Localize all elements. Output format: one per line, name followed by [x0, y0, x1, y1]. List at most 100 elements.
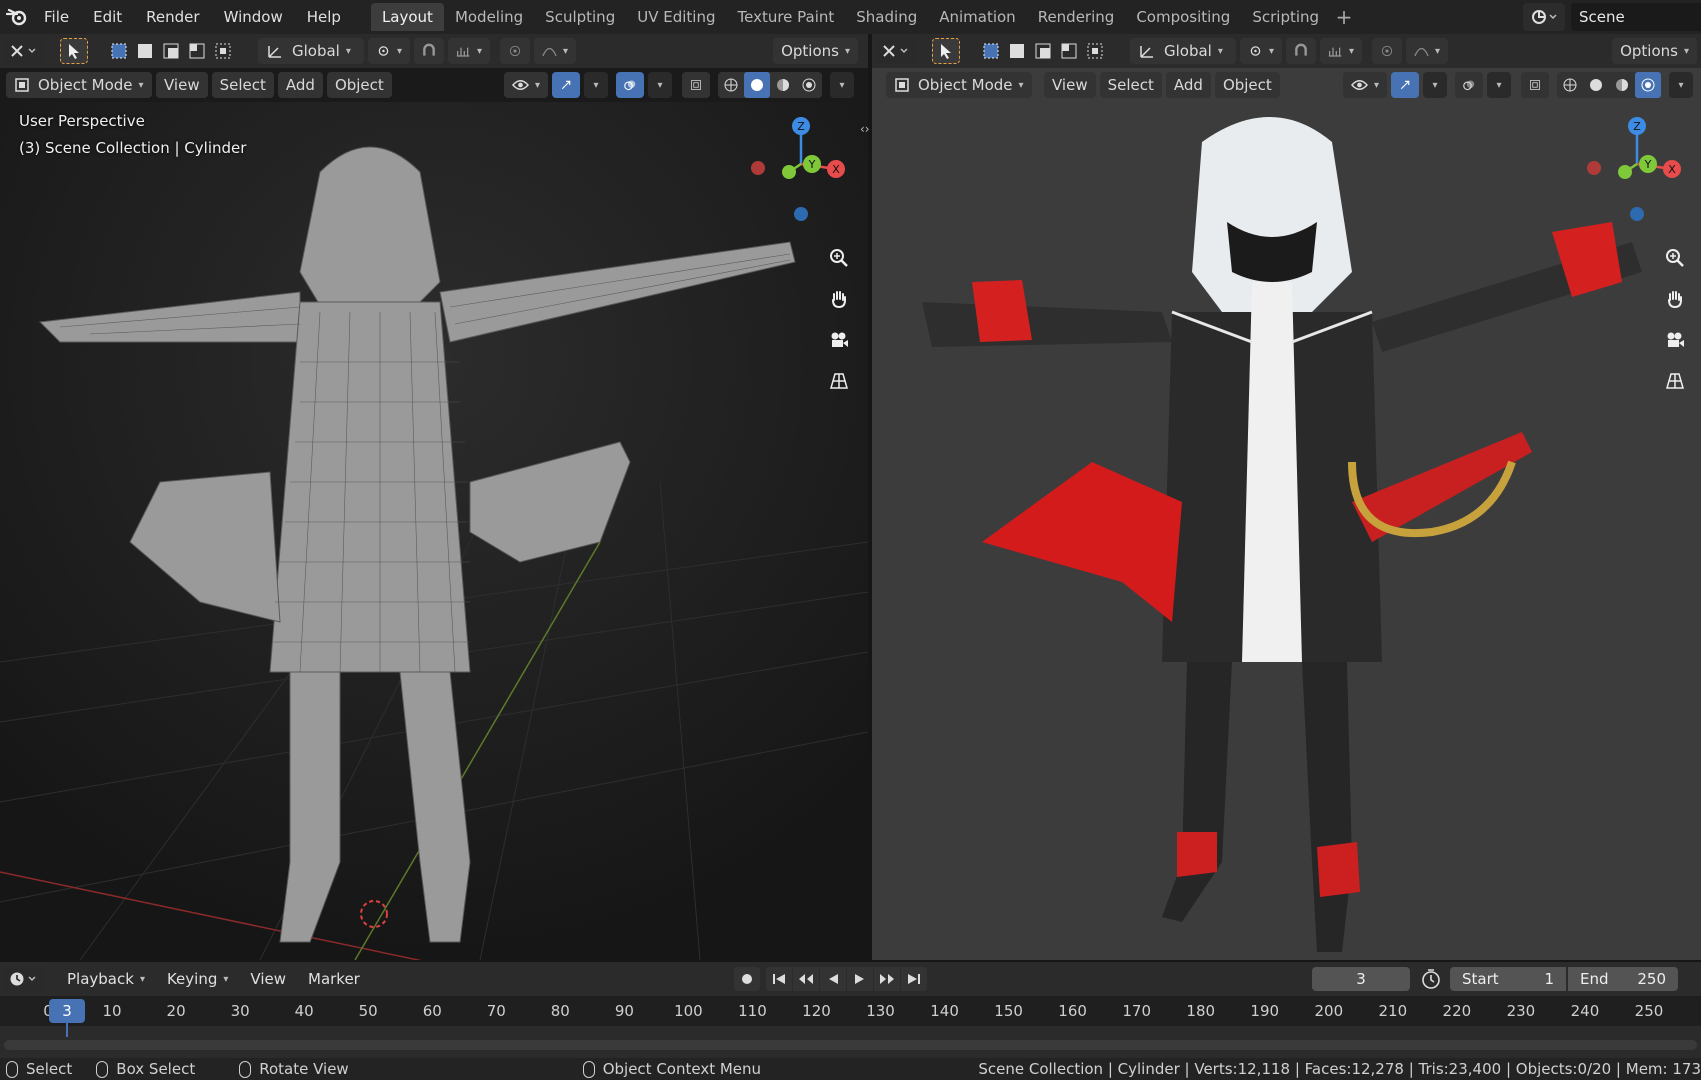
menu-window[interactable]: Window [212, 0, 295, 34]
gizmo-toggle[interactable] [1391, 72, 1419, 98]
solid-shading-icon[interactable] [1583, 72, 1609, 98]
perspective-toggle-icon[interactable] [1660, 366, 1690, 396]
material-preview-icon[interactable] [1609, 72, 1635, 98]
menu-object[interactable]: Object [1214, 72, 1280, 98]
mode-extend-icon[interactable] [132, 38, 158, 64]
tab-modeling[interactable]: Modeling [444, 3, 534, 31]
play-reverse-icon[interactable] [820, 967, 846, 991]
menu-playback[interactable]: Playback ▾ [56, 970, 156, 988]
overlays-dropdown[interactable]: ▾ [1487, 72, 1511, 98]
navigation-gizmo[interactable]: Z X Y [746, 114, 856, 224]
menu-add[interactable]: Add [277, 72, 323, 98]
zoom-icon[interactable] [1660, 243, 1690, 273]
overlays-toggle[interactable] [616, 72, 644, 98]
menu-keying[interactable]: Keying ▾ [156, 970, 239, 988]
mode-dropdown[interactable]: Object Mode ▾ [6, 72, 152, 98]
pan-hand-icon[interactable] [824, 284, 854, 314]
options-dropdown[interactable]: Options ▾ [1612, 38, 1697, 64]
camera-view-icon[interactable] [824, 325, 854, 355]
menu-render[interactable]: Render [134, 0, 211, 34]
timeline-editor[interactable]: Playback ▾ Keying ▾ View Marker 3 Start 1 … [0, 960, 1701, 1058]
material-preview-icon[interactable] [770, 72, 796, 98]
mode-set-icon[interactable] [978, 38, 1004, 64]
camera-view-icon[interactable] [1660, 325, 1690, 355]
visibility-dropdown[interactable]: ▾ [1343, 72, 1387, 98]
navigation-gizmo[interactable]: Z X Y [1582, 114, 1692, 224]
tab-rendering[interactable]: Rendering [1027, 3, 1126, 31]
tab-animation[interactable]: Animation [928, 3, 1026, 31]
proportional-falloff-dropdown[interactable]: ▾ [1406, 38, 1448, 64]
menu-edit[interactable]: Edit [81, 0, 134, 34]
tab-compositing[interactable]: Compositing [1125, 3, 1241, 31]
proportional-edit-toggle[interactable] [1372, 38, 1402, 64]
tab-texture-paint[interactable]: Texture Paint [726, 3, 845, 31]
jump-keyframe-back-icon[interactable] [793, 967, 819, 991]
shading-dropdown[interactable]: ▾ [830, 72, 854, 98]
xray-toggle[interactable] [1521, 72, 1549, 98]
mode-set-icon[interactable] [106, 38, 132, 64]
viewport-material-preview[interactable]: Global ▾ ▾ ▾ ▾ Options ▾ Object Mode ▾ V… [872, 34, 1701, 960]
menu-view[interactable]: View [1044, 72, 1096, 98]
perspective-toggle-icon[interactable] [824, 366, 854, 396]
scene-browse-icon[interactable] [1523, 3, 1565, 31]
editor-type-icon[interactable] [4, 38, 44, 64]
menu-view[interactable]: View [156, 72, 208, 98]
menu-add[interactable]: Add [1165, 72, 1211, 98]
menu-object[interactable]: Object [326, 72, 392, 98]
tab-shading[interactable]: Shading [845, 3, 928, 31]
jump-start-icon[interactable] [766, 967, 792, 991]
current-frame-field[interactable]: 3 [1312, 967, 1410, 991]
editor-type-clock-icon[interactable] [4, 966, 44, 992]
snap-target-dropdown[interactable]: ▾ [448, 38, 490, 64]
tab-sculpting[interactable]: Sculpting [534, 3, 626, 31]
wireframe-shading-icon[interactable] [718, 72, 744, 98]
tab-uv-editing[interactable]: UV Editing [626, 3, 726, 31]
pivot-point-dropdown[interactable]: ▾ [1240, 38, 1282, 64]
jump-keyframe-forward-icon[interactable] [874, 967, 900, 991]
mode-invert-icon[interactable] [1056, 38, 1082, 64]
visibility-dropdown[interactable]: ▾ [504, 72, 548, 98]
mode-subtract-icon[interactable] [158, 38, 184, 64]
menu-marker[interactable]: Marker [297, 970, 371, 988]
overlays-dropdown[interactable]: ▾ [648, 72, 672, 98]
menu-file[interactable]: File [32, 0, 81, 34]
start-frame-field[interactable]: Start 1 [1450, 967, 1566, 991]
timeline-scrollbar[interactable] [4, 1040, 1697, 1050]
xray-toggle[interactable] [682, 72, 710, 98]
gizmo-toggle[interactable] [552, 72, 580, 98]
tab-scripting[interactable]: Scripting [1241, 3, 1330, 31]
menu-select[interactable]: Select [1099, 72, 1162, 98]
pivot-point-dropdown[interactable]: ▾ [368, 38, 410, 64]
rendered-shading-icon[interactable] [796, 72, 822, 98]
transform-orientation-dropdown[interactable]: Global ▾ [1130, 38, 1236, 64]
proportional-falloff-dropdown[interactable]: ▾ [534, 38, 576, 64]
preview-range-clock-icon[interactable] [1420, 969, 1442, 993]
frame-ruler[interactable]: 0 10 20 30 40 50 60 70 80 90 100 110 120 130 140 150 16… [0, 996, 1701, 1037]
proportional-edit-toggle[interactable] [500, 38, 530, 64]
mode-intersect-icon[interactable] [210, 38, 236, 64]
viewport-solid-wireframe[interactable]: Global ▾ ▾ ▾ ▾ Options ▾ Object Mode ▾ V… [0, 34, 868, 960]
menu-help[interactable]: Help [295, 0, 353, 34]
gizmo-dropdown[interactable]: ▾ [1423, 72, 1447, 98]
end-frame-field[interactable]: End 250 [1568, 967, 1678, 991]
snap-target-dropdown[interactable]: ▾ [1320, 38, 1362, 64]
gizmo-dropdown[interactable]: ▾ [584, 72, 608, 98]
scene-name-field[interactable]: Scene [1571, 3, 1701, 31]
record-icon[interactable] [734, 967, 760, 991]
mode-invert-icon[interactable] [184, 38, 210, 64]
playhead-frame-indicator[interactable]: 3 [49, 999, 85, 1023]
pan-hand-icon[interactable] [1660, 284, 1690, 314]
snap-toggle[interactable] [1286, 38, 1316, 64]
mode-dropdown[interactable]: Object Mode ▾ [886, 72, 1032, 98]
shading-dropdown[interactable]: ▾ [1669, 72, 1693, 98]
add-workspace-icon[interactable]: + [1330, 3, 1358, 31]
rendered-shading-icon[interactable] [1635, 72, 1661, 98]
zoom-icon[interactable] [824, 243, 854, 273]
solid-shading-icon[interactable] [744, 72, 770, 98]
menu-view[interactable]: View [239, 970, 297, 988]
play-icon[interactable] [847, 967, 873, 991]
jump-end-icon[interactable] [901, 967, 927, 991]
select-tool-icon[interactable] [60, 38, 88, 64]
tab-layout[interactable]: Layout [370, 3, 444, 31]
wireframe-shading-icon[interactable] [1557, 72, 1583, 98]
